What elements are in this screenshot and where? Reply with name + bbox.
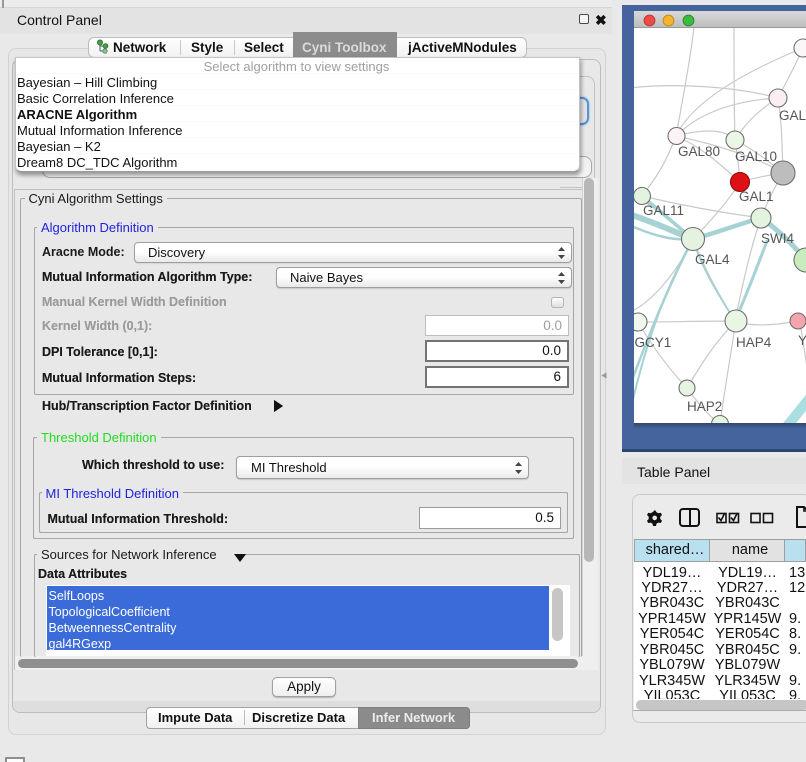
svg-text:GAL1: GAL1 bbox=[739, 189, 774, 204]
svg-text:GAL80: GAL80 bbox=[678, 144, 720, 159]
svg-text:HAP4: HAP4 bbox=[736, 335, 772, 350]
svg-text:GAL4: GAL4 bbox=[695, 252, 730, 267]
svg-text:Y: Y bbox=[798, 333, 806, 348]
svg-text:GAL10: GAL10 bbox=[735, 149, 777, 164]
svg-text:HAP2: HAP2 bbox=[687, 399, 722, 414]
svg-text:GCY1: GCY1 bbox=[635, 335, 672, 350]
svg-text:GAL11: GAL11 bbox=[643, 203, 684, 218]
svg-text:SWI4: SWI4 bbox=[761, 231, 794, 246]
svg-text:GAL: GAL bbox=[779, 108, 806, 123]
